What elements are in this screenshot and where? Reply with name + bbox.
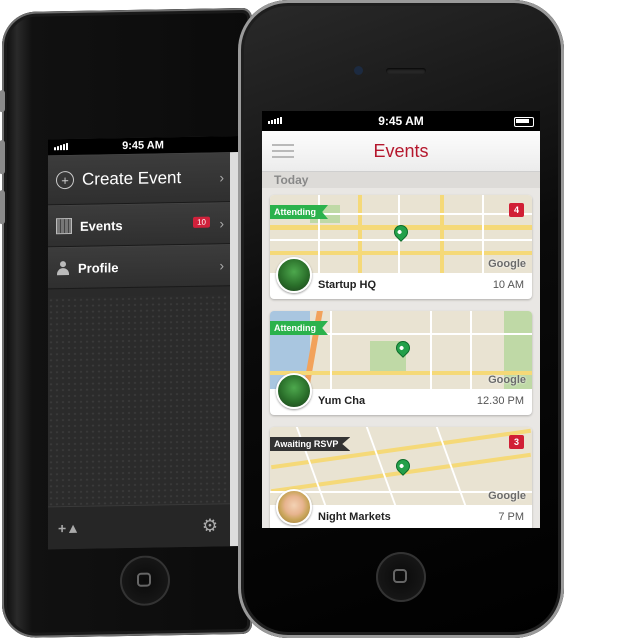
avatar — [276, 373, 312, 409]
menu-phone: 9:45 AM + Create Event › Events 10 › Pro… — [0, 7, 252, 639]
menu-item-events[interactable]: Events 10 › — [48, 202, 238, 248]
events-screen: 9:45 AM Events Today Google Attending 4 … — [262, 111, 540, 528]
home-button — [120, 555, 170, 607]
event-card[interactable]: Google Attending 4 Startup HQ 10 AM — [270, 195, 532, 299]
event-card[interactable]: Google Attending Yum Cha 12.30 PM — [270, 311, 532, 415]
front-camera — [354, 66, 363, 75]
event-time: 12.30 PM — [476, 395, 524, 407]
event-name: Startup HQ — [318, 279, 377, 291]
event-time: 10 AM — [492, 279, 524, 291]
map-road — [330, 311, 332, 389]
map-road — [482, 195, 484, 273]
volume-up-button — [0, 140, 5, 175]
avatar — [276, 489, 312, 525]
section-header-today: Today — [262, 172, 540, 188]
map-road — [440, 195, 444, 273]
nav-title: Events — [373, 140, 429, 161]
chevron-right-icon: › — [219, 257, 224, 274]
event-time: 7 PM — [498, 511, 524, 523]
map-road — [270, 251, 532, 255]
status-time: 9:45 AM — [378, 114, 424, 128]
status-tag: Awaiting RSVP — [270, 437, 351, 451]
events-phone: 9:45 AM Events Today Google Attending 4 … — [238, 0, 564, 638]
status-tag: Attending — [270, 321, 328, 335]
avatar — [276, 257, 312, 293]
menu-background-pattern — [48, 294, 230, 508]
signal-icon — [268, 117, 282, 124]
map-road — [430, 311, 432, 389]
nav-bar: Events — [262, 131, 540, 172]
event-card[interactable]: Google Awaiting RSVP 3 Night Markets 7 P… — [270, 427, 532, 528]
status-tag: Attending — [270, 205, 328, 219]
events-screen-peek — [230, 152, 238, 547]
menu-item-profile[interactable]: Profile › — [48, 244, 238, 290]
map-road — [365, 427, 397, 505]
map-road — [470, 311, 472, 389]
volume-down-button — [0, 190, 5, 225]
chevron-right-icon: › — [219, 215, 224, 232]
home-button — [376, 552, 426, 602]
signal-icon — [54, 143, 68, 151]
mute-switch — [0, 90, 5, 113]
map-brand: Google — [488, 258, 526, 270]
events-count-badge: 10 — [193, 216, 210, 228]
earpiece-speaker — [386, 68, 426, 74]
menu-item-label: Create Event — [82, 168, 182, 189]
gear-icon[interactable]: ⚙ — [202, 515, 218, 536]
menu-toolbar: +▲ ⚙ — [48, 503, 230, 550]
menu-item-create-event[interactable]: + Create Event › — [48, 152, 238, 206]
add-user-icon[interactable]: +▲ — [58, 520, 80, 536]
status-bar: 9:45 AM — [262, 111, 540, 131]
plus-circle-icon: + — [56, 170, 74, 190]
event-badge: 4 — [509, 203, 524, 217]
menu-screen: 9:45 AM + Create Event › Events 10 › Pro… — [48, 136, 238, 550]
battery-icon — [514, 117, 534, 127]
chevron-right-icon: › — [219, 169, 224, 186]
menu-item-label: Events — [80, 217, 123, 234]
person-icon — [56, 261, 70, 276]
event-name: Yum Cha — [318, 395, 366, 407]
map-brand: Google — [488, 374, 526, 386]
menu-status-time: 9:45 AM — [122, 139, 164, 153]
calendar-icon — [56, 217, 72, 235]
hamburger-menu-icon[interactable] — [272, 144, 294, 162]
event-badge: 3 — [509, 435, 524, 449]
event-name: Night Markets — [318, 511, 391, 523]
map-road — [358, 195, 362, 273]
map-brand: Google — [488, 490, 526, 502]
menu-item-label: Profile — [78, 259, 119, 276]
